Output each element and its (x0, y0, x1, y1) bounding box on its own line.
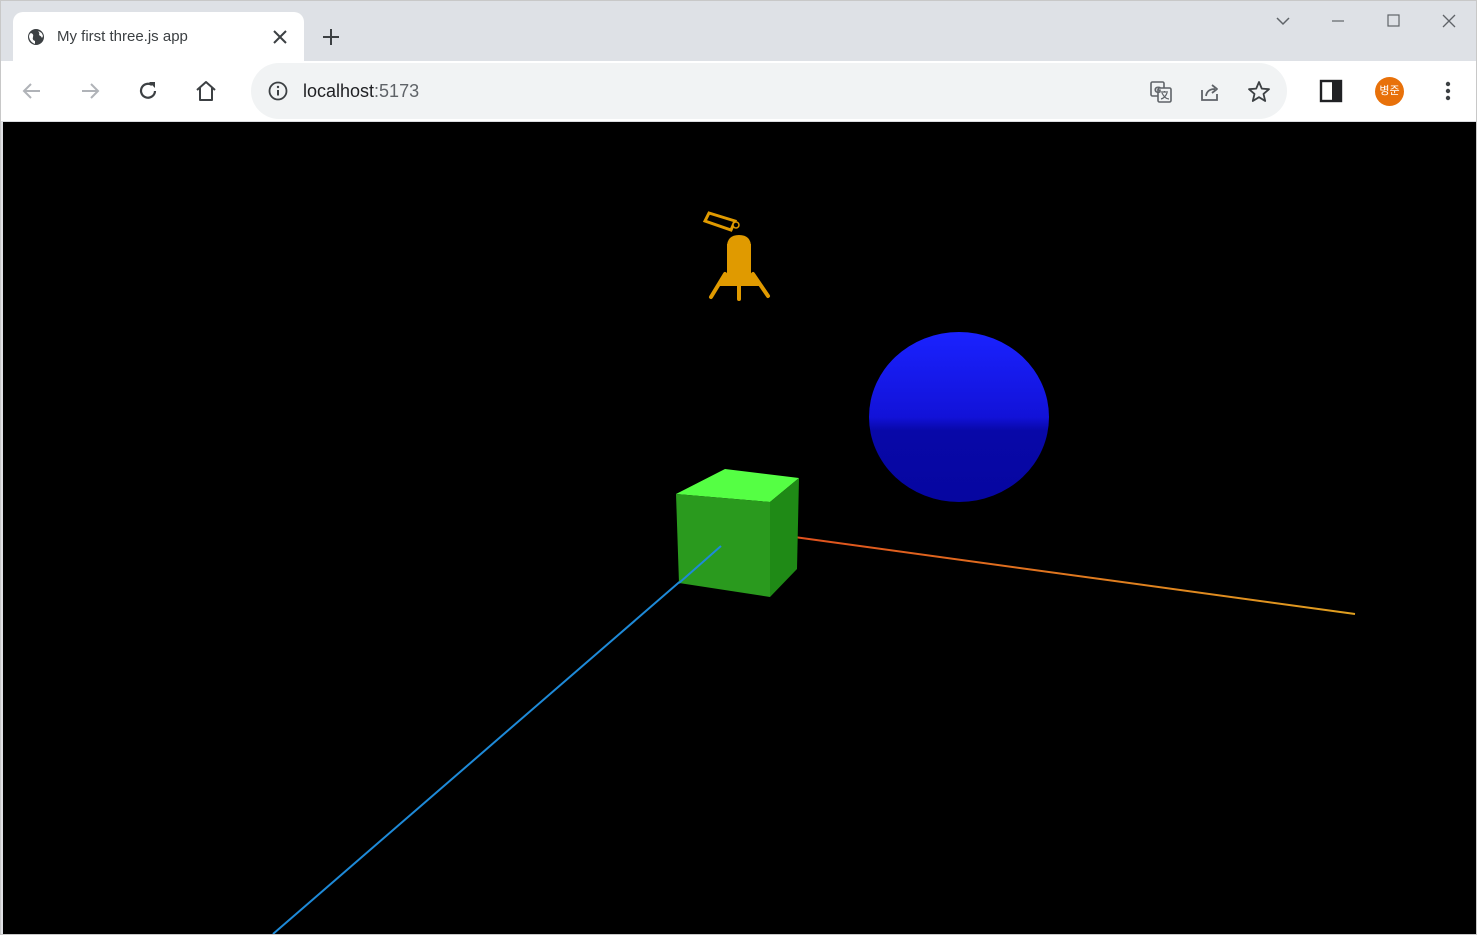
plus-icon[interactable] (319, 25, 343, 49)
translate-icon[interactable]: G (1148, 79, 1174, 105)
spotlight-helper-icon (702, 211, 770, 301)
share-icon[interactable] (1197, 79, 1223, 105)
chevron-down-icon[interactable] (1271, 9, 1295, 33)
profile-avatar[interactable]: 병준 (1375, 77, 1404, 106)
globe-icon (28, 29, 44, 45)
url-port: :5173 (374, 81, 420, 101)
home-icon[interactable] (192, 77, 220, 105)
back-arrow-icon[interactable] (18, 77, 46, 105)
tab-strip: My first three.js app (1, 1, 1476, 62)
url-text[interactable]: localhost:5173 (303, 81, 419, 102)
browser-window: My first three.js app localhost:5173 G 병… (0, 0, 1477, 935)
webgl-canvas[interactable] (3, 122, 1476, 934)
maximize-icon[interactable] (1382, 9, 1406, 33)
side-panel-icon[interactable] (1319, 79, 1343, 103)
minimize-icon[interactable] (1326, 9, 1350, 33)
blue-sphere (869, 332, 1049, 502)
x-axis-line (786, 535, 1356, 615)
z-axis-line (272, 545, 722, 934)
forward-arrow-icon[interactable] (76, 77, 104, 105)
green-cube (676, 469, 799, 597)
browser-toolbar: localhost:5173 G 병준 (1, 61, 1476, 122)
tab-active[interactable]: My first three.js app (13, 12, 304, 62)
kebab-menu-icon[interactable] (1436, 79, 1460, 103)
reload-icon[interactable] (134, 77, 162, 105)
info-icon[interactable] (267, 80, 289, 102)
scene-render (272, 122, 1356, 934)
window-close-icon[interactable] (1437, 9, 1461, 33)
tab-title: My first three.js app (57, 28, 188, 45)
url-host: localhost (303, 81, 375, 101)
address-bar[interactable]: localhost:5173 G (251, 63, 1287, 119)
svg-text:G: G (1154, 86, 1161, 96)
close-icon[interactable] (269, 26, 291, 48)
star-icon[interactable] (1246, 79, 1272, 105)
